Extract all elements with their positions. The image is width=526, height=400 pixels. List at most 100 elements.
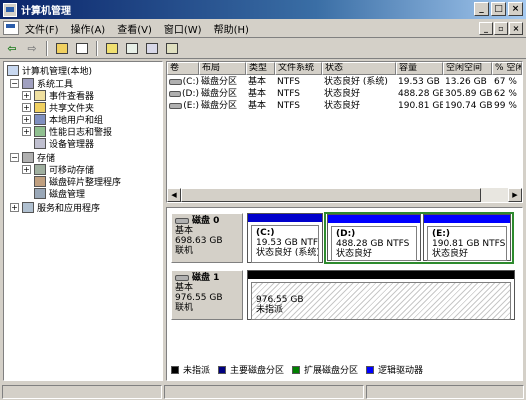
- defrag-icon: [34, 175, 46, 187]
- partition-status: 状态良好: [432, 249, 469, 259]
- tree-item-services[interactable]: + 服务和应用程序: [10, 201, 100, 214]
- scroll-left-button[interactable]: ◀: [167, 188, 181, 202]
- capacity-cell: 190.81 GB: [398, 101, 443, 111]
- tree-item-disk-management[interactable]: 磁盘管理: [34, 187, 85, 200]
- column-header-free-space[interactable]: 空闲空间: [443, 62, 492, 75]
- horizontal-scrollbar[interactable]: ◀ ▶: [167, 188, 522, 202]
- forward-button[interactable]: ⇨: [23, 40, 41, 57]
- percent-free-cell: 67 %: [494, 77, 517, 87]
- scroll-right-button[interactable]: ▶: [508, 188, 522, 202]
- volume-cell: (C:): [167, 76, 199, 88]
- legend-label: 未指派: [183, 366, 211, 376]
- table-row[interactable]: (D:) 磁盘分区 基本 NTFS 状态良好 488.28 GB 305.89 …: [167, 88, 522, 100]
- expand-icon[interactable]: +: [22, 114, 31, 124]
- column-header-percent-free[interactable]: % 空闲: [492, 62, 522, 75]
- collapse-icon[interactable]: −: [10, 152, 19, 162]
- logical-drive-bar: [328, 215, 420, 223]
- tree-item-shared-folders[interactable]: + 共享文件夹: [22, 101, 94, 114]
- column-header-capacity[interactable]: 容量: [396, 62, 443, 75]
- disk-0-label[interactable]: 磁盘 0 基本 698.63 GB 联机: [171, 213, 243, 263]
- free-space-cell: 13.26 GB: [445, 77, 487, 87]
- disk-type: 基本: [175, 283, 194, 293]
- partition-info: 19.53 GB NTFS: [256, 238, 319, 248]
- partition-info: 488.28 GB NTFS: [336, 239, 410, 249]
- menu-file[interactable]: 文件(F): [19, 21, 65, 36]
- column-header-status[interactable]: 状态: [322, 62, 396, 75]
- column-header-volume[interactable]: 卷: [167, 62, 199, 75]
- status-cell: 状态良好 (系统): [324, 77, 388, 87]
- legend-label: 主要磁盘分区: [230, 366, 285, 376]
- expand-icon[interactable]: +: [22, 164, 31, 174]
- show-tree-button[interactable]: [73, 40, 91, 57]
- status-panel: [366, 385, 524, 399]
- table-row[interactable]: (E:) 磁盘分区 基本 NTFS 状态良好 190.81 GB 190.74 …: [167, 100, 522, 112]
- tree-item-perf-logs[interactable]: + 性能日志和警报: [22, 125, 112, 138]
- expand-icon[interactable]: +: [22, 126, 31, 136]
- disk-graphical-view[interactable]: 磁盘 0 基本 698.63 GB 联机 (C:) 19.53 GB NTFS …: [166, 207, 523, 381]
- expand-icon[interactable]: +: [10, 202, 19, 212]
- menu-view[interactable]: 查看(V): [111, 21, 158, 36]
- tree-item-removable-storage[interactable]: + 可移动存储: [22, 163, 94, 176]
- up-folder-button[interactable]: [53, 40, 71, 57]
- menu-action[interactable]: 操作(A): [65, 21, 112, 36]
- minimize-button[interactable]: _: [474, 2, 489, 16]
- console-tree[interactable]: 计算机管理(本地) − 系统工具 + 事件查看器 + 共享文件夹 + 本地用户和…: [3, 61, 163, 381]
- volume-icon: [169, 79, 182, 85]
- capacity-cell: 19.53 GB: [398, 77, 440, 87]
- volume-icon: [169, 103, 183, 109]
- maximize-button[interactable]: □: [491, 2, 506, 16]
- type-cell: 基本: [248, 101, 267, 111]
- tree-item-system-tools[interactable]: − 系统工具: [10, 77, 73, 90]
- free-space-cell: 305.89 GB: [445, 89, 492, 99]
- menu-window[interactable]: 窗口(W): [158, 21, 208, 36]
- tree-item-event-viewer[interactable]: + 事件查看器: [22, 89, 94, 102]
- tree-item-root[interactable]: 计算机管理(本地): [7, 64, 92, 77]
- mdi-close-button[interactable]: ×: [509, 22, 523, 35]
- refresh-icon: [126, 43, 138, 54]
- services-icon: [22, 201, 34, 213]
- tree-item-storage[interactable]: − 存储: [10, 151, 55, 164]
- refresh-button[interactable]: [123, 40, 141, 57]
- menu-help[interactable]: 帮助(H): [208, 21, 255, 36]
- export-button[interactable]: [163, 40, 181, 57]
- collapse-icon[interactable]: −: [10, 78, 19, 88]
- tree-item-device-manager[interactable]: 设备管理器: [34, 137, 94, 150]
- filesystem-cell: NTFS: [277, 89, 300, 99]
- partition-c[interactable]: (C:) 19.53 GB NTFS 状态良好 (系统): [247, 213, 323, 263]
- primary-partition-bar: [248, 214, 322, 222]
- partition-e[interactable]: (E:) 190.81 GB NTFS 状态良好: [423, 214, 511, 261]
- properties-icon: [146, 43, 158, 54]
- volume-name: (C:): [182, 77, 199, 87]
- tree-item-local-users[interactable]: + 本地用户和组: [22, 113, 103, 126]
- mdi-restore-button[interactable]: ▫: [494, 22, 508, 35]
- volume-list[interactable]: 卷 布局 类型 文件系统 状态 容量 空闲空间 % 空闲 (C:) 磁盘分区 基…: [166, 61, 523, 203]
- expand-icon[interactable]: +: [22, 90, 31, 100]
- table-row[interactable]: (C:) 磁盘分区 基本 NTFS 状态良好 (系统) 19.53 GB 13.…: [167, 76, 522, 88]
- mdi-window-icon[interactable]: [3, 21, 19, 35]
- scroll-thumb[interactable]: [181, 188, 481, 202]
- unallocated-bar: [248, 271, 514, 279]
- legend-swatch-logical: [366, 365, 375, 374]
- column-header-type[interactable]: 类型: [246, 62, 275, 75]
- tree-item-defrag[interactable]: 磁盘碎片整理程序: [34, 175, 121, 188]
- close-button[interactable]: ×: [508, 2, 523, 16]
- back-arrow-icon: ⇦: [7, 42, 17, 55]
- status-bar: [0, 384, 526, 400]
- status-cell: 状态良好: [324, 101, 361, 111]
- column-header-layout[interactable]: 布局: [199, 62, 246, 75]
- unallocated-space[interactable]: 976.55 GB 未指派: [247, 270, 515, 320]
- expand-icon[interactable]: +: [22, 102, 31, 112]
- disk-type: 基本: [175, 226, 194, 236]
- status-panel: [164, 385, 364, 399]
- details-pane: 卷 布局 类型 文件系统 状态 容量 空闲空间 % 空闲 (C:) 磁盘分区 基…: [166, 61, 523, 381]
- capacity-cell: 488.28 GB: [398, 89, 443, 99]
- help-button[interactable]: [103, 40, 121, 57]
- disk-1-label[interactable]: 磁盘 1 基本 976.55 GB 联机: [171, 270, 243, 320]
- back-button[interactable]: ⇦: [3, 40, 21, 57]
- partition-d[interactable]: (D:) 488.28 GB NTFS 状态良好: [327, 214, 421, 261]
- properties-button[interactable]: [143, 40, 161, 57]
- forward-arrow-icon: ⇨: [27, 42, 37, 55]
- disk-status: 联机: [175, 246, 194, 256]
- mdi-minimize-button[interactable]: _: [479, 22, 493, 35]
- column-header-filesystem[interactable]: 文件系统: [275, 62, 322, 75]
